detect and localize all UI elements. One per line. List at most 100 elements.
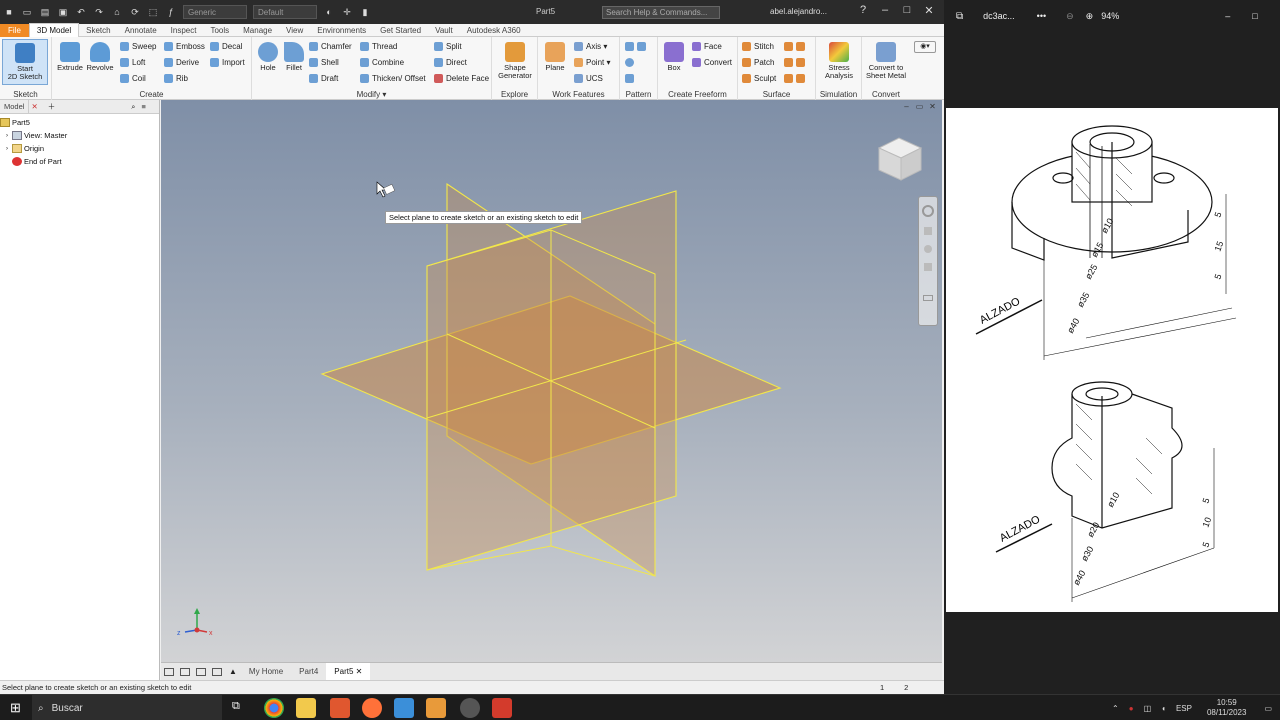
horizontal-icon[interactable]	[196, 667, 206, 676]
decal-button[interactable]: Decal	[210, 42, 242, 51]
tab-autodesk-a360[interactable]: Autodesk A360	[460, 24, 528, 37]
select-icon[interactable]: ⬚	[146, 5, 160, 19]
surface-tool-3[interactable]	[784, 74, 808, 83]
tree-item-part[interactable]: Part5	[0, 116, 159, 129]
pan-icon[interactable]	[924, 227, 932, 235]
volume-icon[interactable]: ◖	[1161, 704, 1166, 713]
tray-expand-icon[interactable]: ⌃	[1112, 704, 1119, 713]
steering-wheel-icon[interactable]	[922, 205, 934, 217]
open-icon[interactable]: ▤	[38, 5, 52, 19]
revolve-button[interactable]: Revolve	[85, 39, 115, 72]
hole-button[interactable]: Hole	[255, 39, 281, 72]
doc-tab-part5[interactable]: Part5 ✕	[326, 662, 371, 681]
thicken-offset-button[interactable]: Thicken/ Offset	[360, 74, 426, 83]
zoom-icon[interactable]	[924, 245, 932, 253]
file-explorer-icon[interactable]	[296, 698, 316, 718]
windows-start-icon[interactable]: ⊞	[10, 700, 21, 716]
inventor-icon[interactable]	[426, 698, 446, 718]
tab-get-started[interactable]: Get Started	[373, 24, 428, 37]
user-account[interactable]: abel.alejandro...	[770, 7, 827, 16]
tab-file[interactable]: File	[0, 23, 29, 37]
help-icon[interactable]: ?	[852, 4, 874, 17]
ucs-button[interactable]: UCS	[574, 74, 603, 83]
shell-button[interactable]: Shell	[309, 58, 339, 67]
app-menu-icon[interactable]: ■	[2, 5, 16, 19]
maximize-button[interactable]: □	[896, 4, 918, 17]
axis-button[interactable]: Axis ▾	[574, 42, 607, 51]
emboss-button[interactable]: Emboss	[164, 42, 205, 51]
help-search-input[interactable]: Search Help & Commands...	[602, 6, 720, 19]
clock[interactable]: 10:59 08/11/2023	[1207, 698, 1246, 718]
panel-title-modify[interactable]: Modify ▾	[252, 90, 491, 99]
tab-annotate[interactable]: Annotate	[118, 24, 164, 37]
network-icon[interactable]: ◫	[1144, 704, 1152, 713]
undo-icon[interactable]: ↶	[74, 5, 88, 19]
tab-manage[interactable]: Manage	[236, 24, 279, 37]
split-button[interactable]: Split	[434, 42, 462, 51]
doc-tab-part4[interactable]: Part4	[291, 663, 326, 681]
photo-icon[interactable]: ⧉	[956, 11, 963, 22]
delete-face-button[interactable]: Delete Face	[434, 74, 489, 83]
close-button[interactable]: ✕	[918, 4, 940, 17]
home-icon[interactable]: ⌂	[110, 5, 124, 19]
shape-generator-button[interactable]: Shape Generator	[494, 39, 536, 80]
brave-icon[interactable]	[330, 698, 350, 718]
coil-button[interactable]: Coil	[120, 74, 146, 83]
rib-button[interactable]: Rib	[164, 74, 188, 83]
vertical-icon[interactable]	[212, 667, 222, 676]
viewer-minimize-button[interactable]: –	[1225, 11, 1230, 21]
sketch-pattern-button[interactable]	[625, 74, 637, 83]
language-indicator[interactable]: ESP	[1176, 704, 1192, 713]
save-icon[interactable]: ▣	[56, 5, 70, 19]
measure-icon[interactable]: ✛	[340, 5, 354, 19]
add-browser-icon[interactable]: ＋	[48, 101, 56, 112]
tray-app-icon[interactable]: ●	[1129, 704, 1134, 713]
tab-3d-model[interactable]: 3D Model	[28, 23, 80, 37]
tabs-up-icon[interactable]: ▲	[229, 667, 237, 676]
rectangular-pattern-button[interactable]	[625, 42, 649, 51]
params-icon[interactable]: ƒ	[164, 5, 178, 19]
tab-vault[interactable]: Vault	[428, 24, 460, 37]
stitch-button[interactable]: Stitch	[742, 42, 774, 51]
look-at-icon[interactable]	[923, 295, 933, 301]
plane-button[interactable]: Plane	[540, 39, 570, 72]
zoom-in-icon[interactable]: ⊕	[1086, 11, 1094, 22]
appearance-combo[interactable]: Default	[253, 5, 317, 19]
combine-button[interactable]: Combine	[360, 58, 404, 67]
ribbon-options-icon[interactable]: ◉▾	[914, 41, 936, 53]
taskbar-search[interactable]: ⌕ Buscar	[32, 695, 222, 720]
patch-button[interactable]: Patch	[742, 58, 774, 67]
sculpt-button[interactable]: Sculpt	[742, 74, 776, 83]
circular-pattern-button[interactable]	[625, 58, 637, 67]
fillet-button[interactable]: Fillet	[281, 39, 307, 72]
tree-item-origin[interactable]: › Origin	[0, 142, 159, 155]
thread-button[interactable]: Thread	[360, 42, 397, 51]
direct-button[interactable]: Direct	[434, 58, 467, 67]
tab-sketch[interactable]: Sketch	[79, 24, 117, 37]
style-combo[interactable]: Generic	[183, 5, 247, 19]
firefox-icon[interactable]	[362, 698, 382, 718]
convert-freeform-button[interactable]: Convert	[692, 58, 732, 67]
graphics-viewport[interactable]: – ▭ ✕ x z Select plane to create sketch …	[161, 100, 942, 662]
tab-tools[interactable]: Tools	[203, 24, 236, 37]
browser-search-icon[interactable]: ⌕	[131, 102, 135, 112]
recorder-icon[interactable]	[492, 698, 512, 718]
orbit-icon[interactable]	[924, 263, 932, 271]
sweep-button[interactable]: Sweep	[120, 42, 156, 51]
tab-inspect[interactable]: Inspect	[164, 24, 204, 37]
cascade-icon[interactable]	[180, 667, 190, 676]
import-button[interactable]: Import	[210, 58, 245, 67]
tree-item-view[interactable]: › View: Master	[0, 129, 159, 142]
new-icon[interactable]: ▭	[20, 5, 34, 19]
face-button[interactable]: Face	[692, 42, 722, 51]
surface-tool-1[interactable]	[784, 42, 808, 51]
browser-tab-model[interactable]: Model	[0, 99, 30, 114]
convert-to-sheet-metal-button[interactable]: Convert to Sheet Metal	[862, 39, 910, 80]
surface-tool-2[interactable]	[784, 58, 808, 67]
start-2d-sketch-button[interactable]: Start 2D Sketch	[2, 39, 48, 85]
point-button[interactable]: Point ▾	[574, 58, 610, 67]
obs-icon[interactable]	[460, 698, 480, 718]
close-browser-icon[interactable]: ✕	[31, 102, 37, 111]
loft-button[interactable]: Loft	[120, 58, 145, 67]
zoom-out-icon[interactable]: ⊖	[1066, 11, 1074, 22]
